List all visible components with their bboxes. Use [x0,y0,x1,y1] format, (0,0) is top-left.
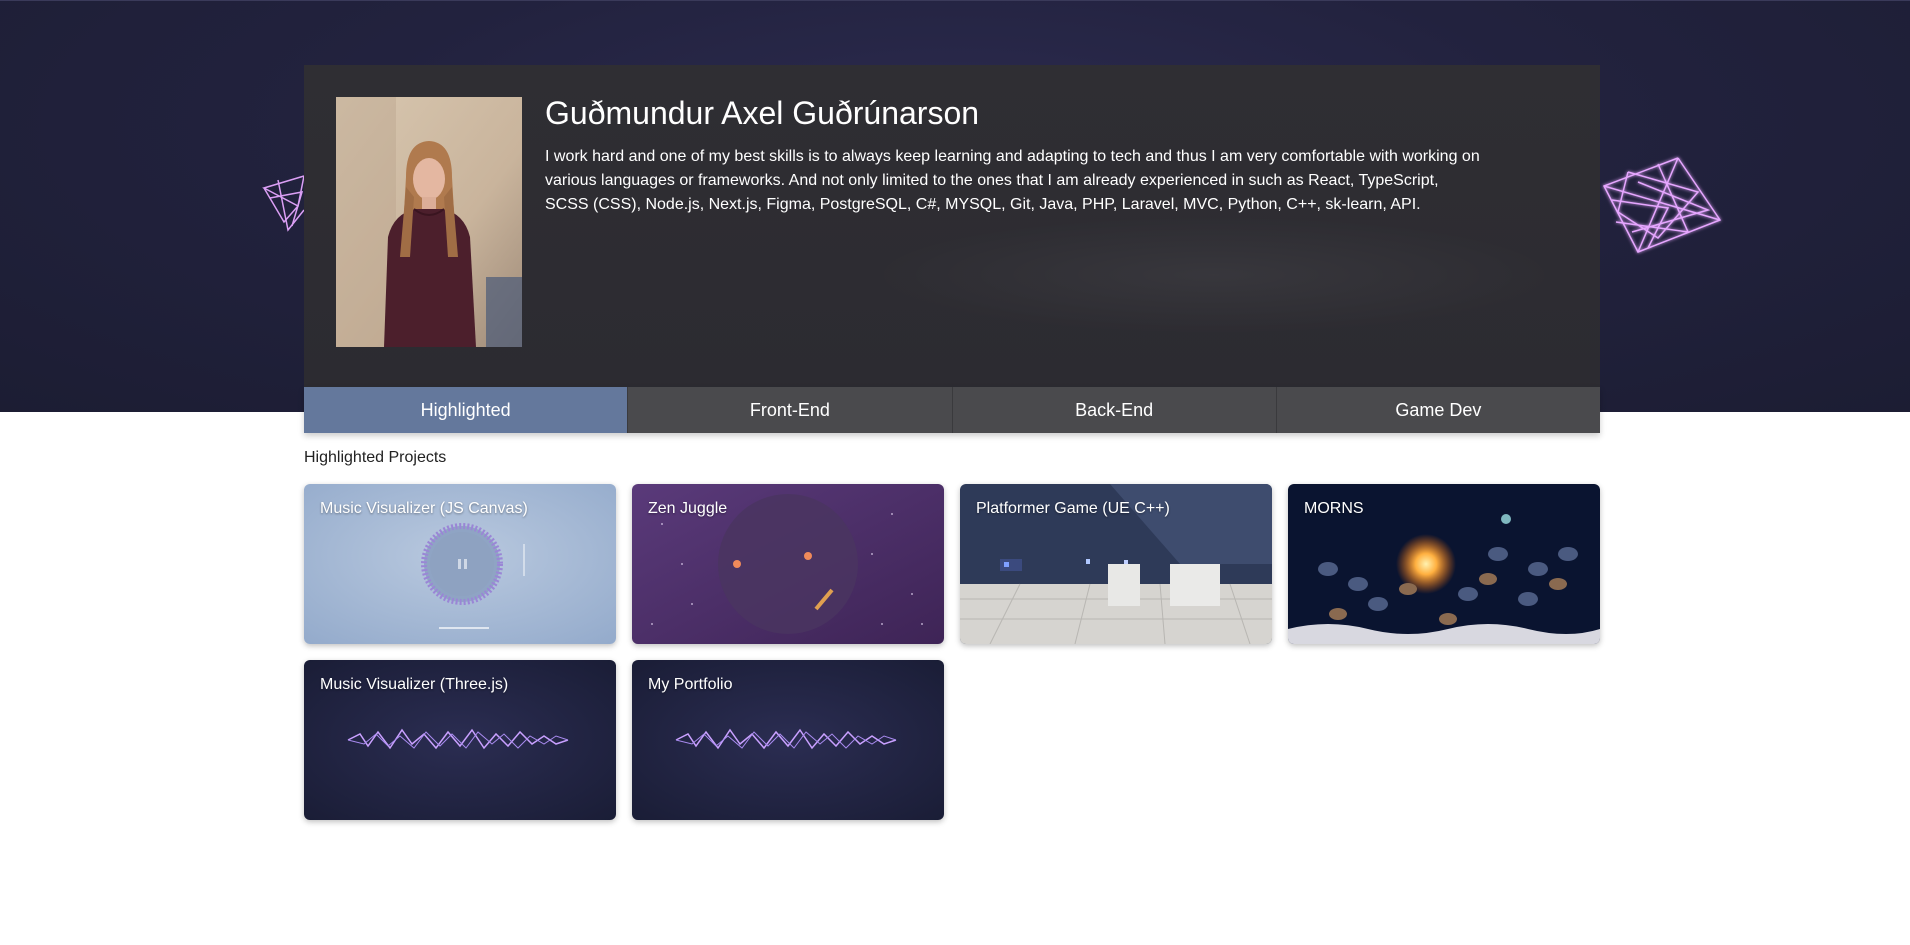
tab-highlighted[interactable]: Highlighted [304,387,628,433]
profile-photo [336,97,522,347]
project-card-zen-juggle[interactable]: Zen Juggle [632,484,944,644]
project-card-platformer-game[interactable]: Platformer Game (UE C++) [960,484,1272,644]
tab-front-end[interactable]: Front-End [627,387,952,433]
project-card-morns[interactable]: MORNS [1288,484,1600,644]
profile-card: Guðmundur Axel Guðrúnarson I work hard a… [304,65,1600,387]
wireframe-decoration-left [262,175,305,232]
project-title: MORNS [1304,500,1364,517]
project-card-my-portfolio[interactable]: My Portfolio [632,660,944,820]
section-title: Highlighted Projects [304,449,447,466]
tab-game-dev[interactable]: Game Dev [1275,387,1600,433]
project-title: Platformer Game (UE C++) [976,500,1170,517]
project-title: Music Visualizer (Three.js) [320,676,509,693]
wireframe-decoration-right [1602,157,1722,253]
category-tabs: Highlighted Front-End Back-End Game Dev [304,387,1600,433]
project-card-music-visualizer-canvas[interactable]: Music Visualizer (JS Canvas) [304,484,616,644]
tab-back-end[interactable]: Back-End [951,387,1276,433]
project-title: Zen Juggle [648,500,728,517]
project-title: Music Visualizer (JS Canvas) [320,500,528,517]
card-haze [864,215,1564,335]
profile-name: Guðmundur Axel Guðrúnarson [545,95,980,131]
project-title: My Portfolio [648,676,733,693]
project-card-music-visualizer-threejs[interactable]: Music Visualizer (Three.js) [304,660,616,820]
profile-bio: I work hard and one of my best skills is… [545,148,1480,213]
